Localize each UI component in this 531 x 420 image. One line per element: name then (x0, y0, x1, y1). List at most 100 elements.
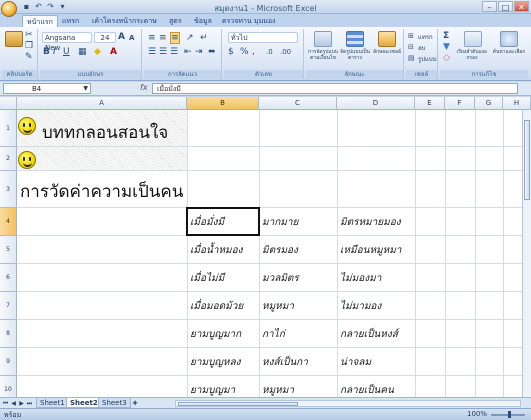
format-label[interactable]: รูปแบบ (418, 54, 437, 64)
minimize-button[interactable]: – (482, 1, 497, 12)
find-select-icon[interactable] (500, 31, 518, 47)
decrease-indent-icon[interactable]: ⇤ (184, 47, 192, 57)
sort-filter-icon[interactable] (464, 31, 482, 47)
next-sheet-icon[interactable]: ▶ (18, 399, 25, 408)
cell-styles-icon[interactable] (378, 31, 396, 47)
horizontal-scrollbar[interactable] (175, 400, 521, 407)
column-header-b[interactable]: B (187, 97, 259, 110)
currency-icon[interactable]: $ (228, 47, 234, 57)
vertical-scrollbar[interactable] (522, 110, 531, 397)
fill-color-icon[interactable]: ◆ (94, 47, 101, 57)
cell-c5[interactable]: มิตรมอง (262, 243, 298, 258)
column-header-c[interactable]: C (259, 97, 337, 110)
row-header-7[interactable]: 7 (0, 292, 17, 320)
row-header-4[interactable]: 4 (0, 208, 17, 236)
conditional-formatting-icon[interactable] (314, 31, 332, 47)
scroll-thumb[interactable] (524, 120, 530, 200)
office-button[interactable] (1, 1, 17, 17)
sheet-tab-2[interactable]: Sheet2 (66, 398, 102, 408)
delete-label[interactable]: ลบ (418, 43, 426, 53)
copy-icon[interactable]: ❐ (25, 41, 33, 51)
font-name-select[interactable]: Angsana New (42, 32, 92, 52)
cell-c8[interactable]: กาไก่ (262, 327, 285, 342)
cell-d6[interactable]: ไม่มองมา (340, 271, 381, 286)
sheet-tab-3[interactable]: Sheet3 (98, 398, 131, 408)
align-top-icon[interactable]: ≡ (148, 33, 156, 43)
column-header-g[interactable]: G (475, 97, 503, 110)
cell-c6[interactable]: มวลมิตร (262, 271, 299, 286)
name-box[interactable]: B4 ▼ (3, 83, 91, 94)
fill-icon[interactable]: ▼ (443, 42, 450, 52)
cell-d7[interactable]: ไม่มามอง (340, 299, 381, 314)
formula-input[interactable]: เมื่อมั่งมี (152, 83, 518, 94)
insert-sheet-icon[interactable]: ✚ (130, 399, 140, 408)
increase-indent-icon[interactable]: ⇥ (195, 47, 203, 57)
column-header-e[interactable]: E (415, 97, 445, 110)
autosum-icon[interactable]: Σ (443, 31, 449, 41)
row-header-3[interactable]: 3 (0, 171, 17, 208)
cell-b8[interactable]: ยามบูญมาก (190, 327, 241, 342)
first-sheet-icon[interactable]: ⏮ (2, 399, 9, 408)
wrap-text-icon[interactable]: ↵ (200, 33, 208, 43)
cell-c10[interactable]: หมูหมา (262, 383, 294, 397)
scroll-thumb[interactable] (178, 402, 298, 406)
sheet-tab-1[interactable]: Sheet1 (36, 398, 69, 408)
worksheet-grid[interactable]: A B C D E F G H 1 2 3 4 5 6 7 8 9 10 บทท… (0, 97, 531, 397)
clear-icon[interactable]: ◇ (443, 53, 450, 63)
font-size-select[interactable]: 24 (94, 32, 116, 43)
format-cells-icon[interactable]: ▤ (408, 53, 415, 63)
align-right-icon[interactable]: ☰ (170, 47, 178, 57)
align-bottom-icon[interactable]: ≡ (170, 32, 180, 44)
cell-d4[interactable]: มิตรหมายมอง (340, 215, 401, 230)
insert-function-icon[interactable]: fx (140, 83, 148, 92)
comma-style-icon[interactable]: , (252, 47, 255, 57)
column-header-a[interactable]: A (17, 97, 187, 110)
insert-label[interactable]: แทรก (418, 32, 433, 42)
cell-c4[interactable]: มากมาย (262, 215, 298, 230)
prev-sheet-icon[interactable]: ◀ (10, 399, 17, 408)
align-center-icon[interactable]: ☰ (159, 47, 167, 57)
row-header-8[interactable]: 8 (0, 320, 17, 348)
tab-data[interactable]: ข้อมูล (190, 15, 216, 27)
row-header-9[interactable]: 9 (0, 348, 17, 376)
cell-b5[interactable]: เมื่อน้ำหมอง (190, 243, 243, 258)
cell-d5[interactable]: เหมือนหมูหมา (340, 243, 401, 258)
tab-formulas[interactable]: สูตร (165, 15, 186, 27)
grow-font-icon[interactable]: A (118, 32, 125, 42)
align-middle-icon[interactable]: ≡ (159, 33, 167, 43)
column-header-d[interactable]: D (337, 97, 415, 110)
cell-c7[interactable]: หมูหมา (262, 299, 294, 314)
column-header-f[interactable]: F (445, 97, 475, 110)
shrink-font-icon[interactable]: A (129, 33, 134, 43)
chevron-down-icon[interactable]: ▼ (83, 84, 88, 94)
decrease-decimal-icon[interactable]: .00 (280, 47, 291, 57)
column-header-h[interactable]: H (503, 97, 531, 110)
align-left-icon[interactable]: ☰ (148, 47, 156, 57)
last-sheet-icon[interactable]: ⏭ (26, 399, 33, 408)
underline-icon[interactable]: U (63, 47, 70, 57)
cell-d8[interactable]: กลายเป็นหงส์ (340, 327, 398, 342)
tab-view[interactable]: มุมมอง (250, 15, 279, 27)
insert-cells-icon[interactable]: ⊞ (408, 31, 414, 41)
tab-insert[interactable]: แทรก (58, 15, 83, 27)
tab-page-layout[interactable]: เค้าโครงหน้ากระดาษ (88, 15, 161, 27)
increase-decimal-icon[interactable]: .0 (266, 47, 273, 57)
cell-b7[interactable]: เมื่อมอดม้วย (190, 299, 243, 314)
zoom-slider-thumb[interactable] (508, 411, 511, 418)
select-all-corner[interactable] (0, 97, 17, 110)
row-header-10[interactable]: 10 (0, 376, 17, 397)
bold-icon[interactable]: B (43, 47, 50, 57)
row-header-1[interactable]: 1 (0, 110, 17, 147)
cell-d9[interactable]: น่าจลม (340, 355, 371, 370)
format-as-table-icon[interactable] (346, 31, 364, 47)
italic-icon[interactable]: I (53, 47, 56, 57)
cell-b6[interactable]: เมื่อไม่มี (190, 271, 224, 286)
cell-b9[interactable]: ยามบูญหลง (190, 355, 241, 370)
row-header-2[interactable]: 2 (0, 147, 17, 171)
number-format-select[interactable]: ทั่วไป (228, 32, 298, 43)
delete-cells-icon[interactable]: ⊟ (408, 42, 414, 52)
cell-b10[interactable]: ยามบูญมา (190, 383, 235, 397)
row-header-5[interactable]: 5 (0, 236, 17, 264)
percent-icon[interactable]: % (240, 47, 249, 57)
orientation-icon[interactable]: ↗ (186, 33, 194, 43)
